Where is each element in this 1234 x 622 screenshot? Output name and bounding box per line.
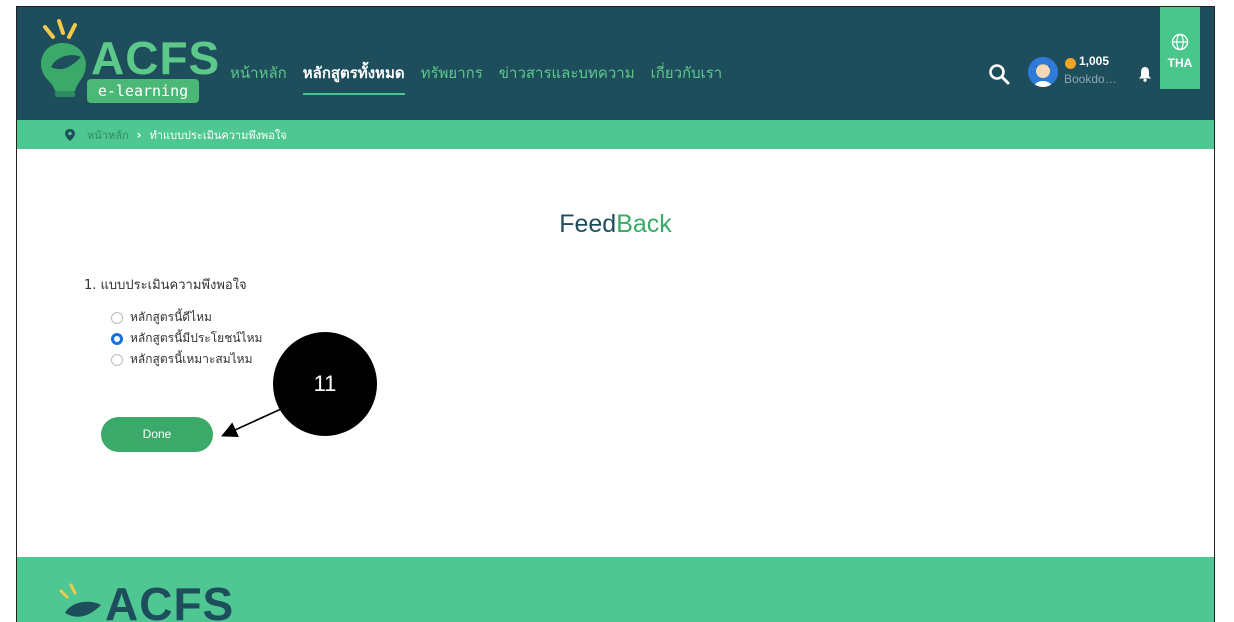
search-icon[interactable]: [988, 63, 1010, 85]
language-switcher[interactable]: THA: [1160, 7, 1200, 89]
site-footer: ACFS: [17, 557, 1214, 622]
nav-item-about-us[interactable]: เกี่ยวกับเรา: [651, 61, 723, 85]
coin-icon: [1065, 58, 1076, 69]
breadcrumb: หน้าหลัก › ทำแบบประเมินความพึงพอใจ: [17, 120, 1214, 149]
survey-option-2[interactable]: หลักสูตรนี้มีประโยชน์ไหม: [111, 328, 262, 349]
logo-wordmark: ACFS: [91, 32, 221, 84]
main-nav: หน้าหลัก หลักสูตรทั้งหมด ทรัพยากร ข่าวสา…: [230, 61, 723, 95]
site-header: ACFS e-learning หน้าหลัก หลักสูตรทั้งหมด…: [17, 7, 1214, 120]
survey-option-label: หลักสูตรนี้เหมาะสมไหม: [130, 352, 253, 366]
page-title-part1: Feed: [559, 210, 617, 238]
nav-item-resources[interactable]: ทรัพยากร: [421, 61, 483, 85]
site-logo[interactable]: ACFS e-learning: [33, 17, 219, 109]
globe-icon: [1171, 33, 1189, 51]
done-button[interactable]: Done: [101, 417, 213, 452]
location-pin-icon: [65, 128, 75, 141]
chevron-right-icon: ›: [136, 127, 142, 142]
radio-button[interactable]: [111, 353, 123, 366]
breadcrumb-current: ทำแบบประเมินความพึงพอใจ: [149, 128, 287, 142]
browser-page: ACFS e-learning หน้าหลัก หลักสูตรทั้งหมด…: [16, 6, 1215, 622]
nav-item-news-articles[interactable]: ข่าวสารและบทความ: [499, 61, 635, 85]
bell-icon[interactable]: [1138, 66, 1152, 82]
page-title-part2: Back: [616, 210, 672, 238]
radio-button[interactable]: [111, 311, 123, 324]
coin-balance: 1,005: [1079, 54, 1110, 68]
survey-option-1[interactable]: หลักสูตรนี้ดีไหม: [111, 307, 262, 328]
step-number-badge: 11: [273, 332, 377, 436]
nav-item-all-courses[interactable]: หลักสูตรทั้งหมด: [302, 61, 405, 95]
username: Bookdos...: [1064, 72, 1120, 86]
page-title: FeedBack: [17, 210, 1214, 239]
breadcrumb-home-link[interactable]: หน้าหลัก: [87, 126, 129, 144]
survey-option-label: หลักสูตรนี้มีประโยชน์ไหม: [130, 331, 263, 345]
avatar[interactable]: [1028, 57, 1058, 87]
user-avatar-icon: [1028, 57, 1058, 87]
lightbulb-leaf-icon: [59, 583, 101, 617]
survey-option-label: หลักสูตรนี้ดีไหม: [130, 310, 212, 324]
survey-option-3[interactable]: หลักสูตรนี้เหมาะสมไหม: [111, 349, 262, 370]
survey-question: 1. แบบประเมินความพึงพอใจ: [84, 278, 247, 293]
lightbulb-leaf-icon: [41, 19, 86, 97]
logo-subtitle: e-learning: [87, 79, 199, 103]
radio-button-selected[interactable]: [111, 332, 123, 345]
language-label: THA: [1167, 56, 1193, 70]
footer-logo: ACFS: [105, 578, 235, 622]
survey-options: หลักสูตรนี้ดีไหม หลักสูตรนี้มีประโยชน์ไห…: [111, 307, 262, 370]
nav-item-home[interactable]: หน้าหลัก: [230, 61, 287, 85]
